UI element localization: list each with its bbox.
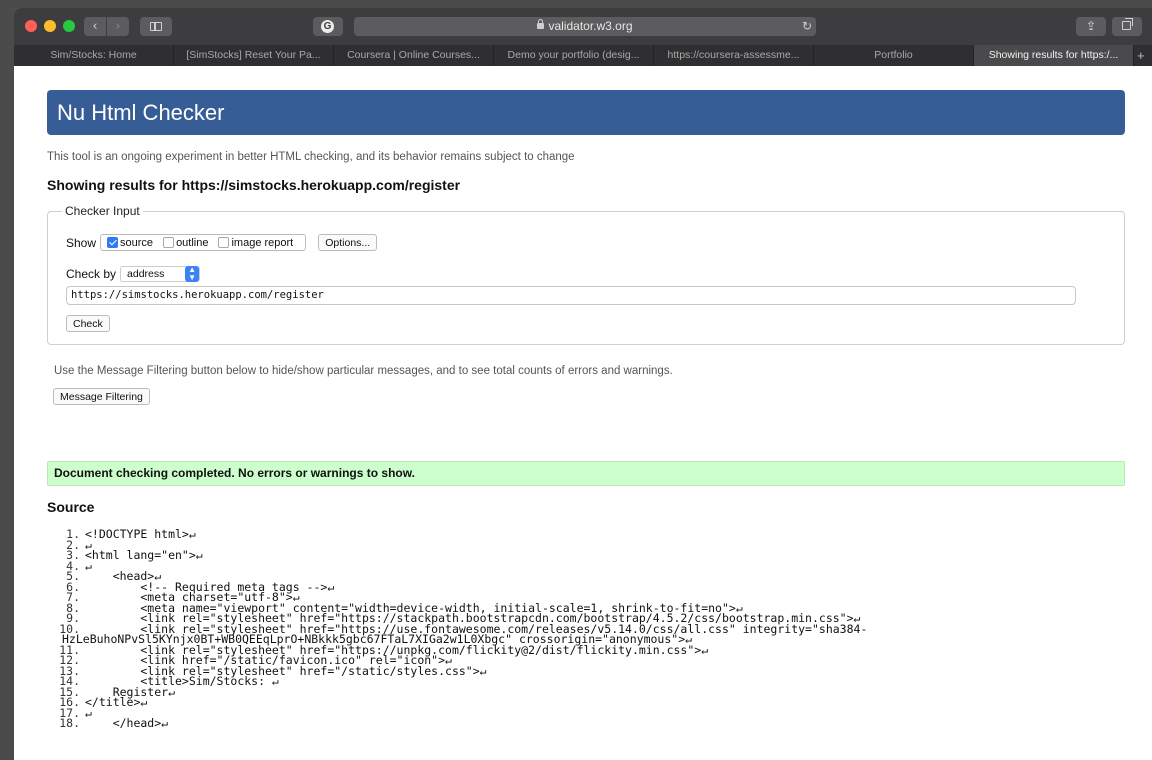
source-listing: 1. <!DOCTYPE html>↵ 2. ↵ 3. <html lang="en">↵…: [14, 529, 1124, 729]
minimize-window-button[interactable]: [44, 20, 56, 32]
browser-tab[interactable]: Portfolio: [814, 45, 974, 66]
tabs-icon: [1122, 18, 1133, 30]
browser-window: ‹ › G validator.w3.org ↻ ⇪ Sim/Stocks: H…: [14, 8, 1152, 760]
address-bar-url: validator.w3.org: [548, 19, 633, 33]
show-row: Show source outline image report Options…: [66, 234, 378, 251]
close-window-button[interactable]: [25, 20, 37, 32]
show-label: Show: [66, 235, 97, 250]
extension-button[interactable]: G: [313, 17, 343, 36]
source-line: 15. Register↵: [14, 686, 1124, 698]
address-input[interactable]: https://simstocks.herokuapp.com/register: [66, 286, 1076, 305]
intro-text: This tool is an ongoing experiment in be…: [47, 151, 575, 163]
source-line: 16. </title>↵: [14, 697, 1124, 708]
options-button[interactable]: Options...: [318, 234, 378, 251]
check-button[interactable]: Check: [66, 315, 110, 332]
source-checkbox[interactable]: [107, 237, 119, 248]
browser-tab[interactable]: Sim/Stocks: Home: [14, 45, 174, 66]
source-heading: Source: [47, 499, 95, 515]
source-line: 14. <title>Sim/Stocks: ↵: [14, 676, 1124, 687]
back-button[interactable]: ‹: [84, 17, 106, 36]
browser-tab[interactable]: Demo your portfolio (desig...: [494, 45, 654, 66]
source-line: 1. <!DOCTYPE html>↵: [14, 529, 1124, 540]
sidebar-icon: [150, 22, 162, 31]
results-heading: Showing results for https://simstocks.he…: [47, 177, 461, 193]
tab-bar: Sim/Stocks: Home [SimStocks] Reset Your P…: [14, 45, 1152, 66]
line-text: <!DOCTYPE html>↵: [85, 527, 196, 541]
grammarly-icon: G: [321, 20, 334, 33]
show-options: source outline image report: [100, 234, 307, 251]
check-by-label: Check by: [66, 267, 117, 281]
source-line: 3. <html lang="en">↵: [14, 550, 1124, 561]
source-checkbox-label: source: [120, 236, 154, 249]
outline-checkbox[interactable]: [163, 237, 175, 248]
browser-tab[interactable]: [SimStocks] Reset Your Pa...: [174, 45, 334, 66]
image-report-checkbox-label: image report: [231, 236, 294, 249]
chevron-left-icon: ‹: [92, 19, 98, 34]
check-by-value: address: [127, 268, 165, 280]
source-line: 18. </head>↵: [14, 718, 1124, 729]
select-arrows-icon: ▲ ▼: [185, 266, 200, 282]
page-title: Nu Html Checker: [47, 90, 1125, 135]
image-report-checkbox[interactable]: [218, 237, 230, 248]
new-tab-button[interactable]: +: [1134, 45, 1146, 66]
page-content: Nu Html Checker This tool is an ongoing …: [14, 66, 1152, 760]
chevron-right-icon: ›: [115, 19, 121, 34]
line-number: 18.: [59, 716, 80, 730]
filter-note: Use the Message Filtering button below t…: [54, 365, 673, 377]
success-message: Document checking completed. No errors o…: [47, 461, 1125, 486]
forward-button[interactable]: ›: [107, 17, 129, 36]
zoom-window-button[interactable]: [63, 20, 75, 32]
check-by-row: Check by address ▲ ▼: [66, 266, 201, 282]
title-bar: ‹ › G validator.w3.org ↻ ⇪: [14, 8, 1152, 45]
check-by-select[interactable]: address ▲ ▼: [120, 266, 201, 282]
sidebar-toggle-button[interactable]: [140, 17, 172, 36]
browser-tab[interactable]: Showing results for https:/...: [974, 45, 1134, 66]
browser-tab[interactable]: Coursera | Online Courses...: [334, 45, 494, 66]
share-icon: ⇪: [1085, 19, 1097, 33]
tab-overview-button[interactable]: [1112, 17, 1142, 36]
line-text: </title>↵: [85, 695, 148, 709]
share-button[interactable]: ⇪: [1076, 17, 1106, 36]
reload-icon[interactable]: ↻: [802, 17, 816, 36]
checker-input-legend: Checker Input: [62, 204, 143, 218]
lock-icon: [537, 19, 545, 29]
line-text: </head>↵: [85, 716, 169, 730]
outline-checkbox-label: outline: [176, 236, 209, 249]
line-text: <html lang="en">↵: [85, 548, 203, 562]
source-line: 17. ↵: [14, 707, 1124, 719]
browser-tab[interactable]: https://coursera-assessme...: [654, 45, 814, 66]
message-filtering-button[interactable]: Message Filtering: [53, 388, 150, 405]
checker-input-panel: Checker Input Show source outline image …: [47, 204, 1125, 345]
source-line: 4. ↵: [14, 560, 1124, 572]
address-bar[interactable]: validator.w3.org: [354, 17, 816, 36]
